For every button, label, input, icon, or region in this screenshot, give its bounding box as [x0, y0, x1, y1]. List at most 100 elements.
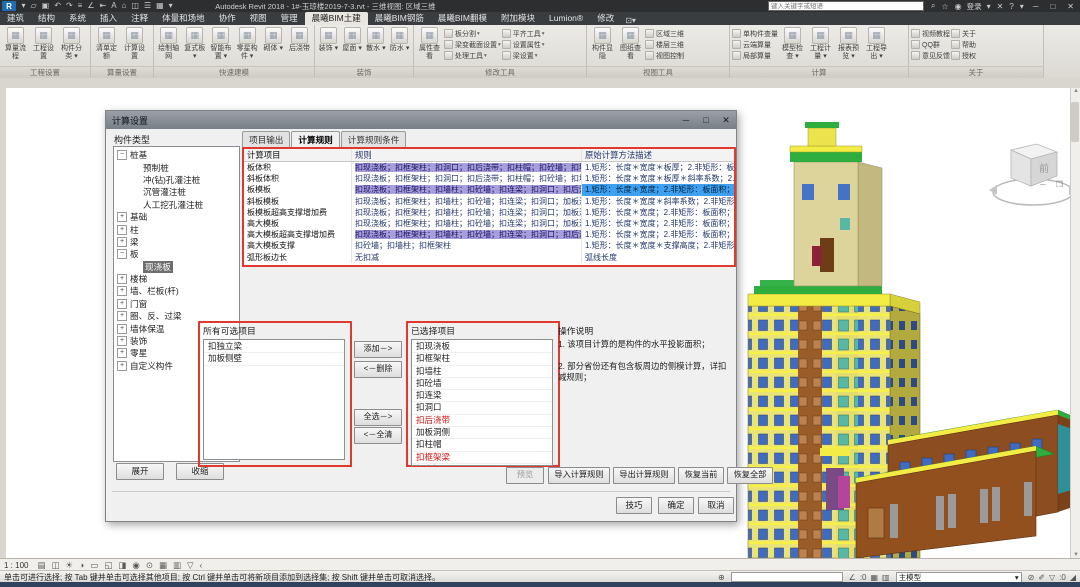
ribbon-tab-附加模块[interactable]: 附加模块	[494, 12, 542, 25]
scroll-up-icon[interactable]: ▲	[1073, 88, 1079, 94]
button-恢复全部[interactable]: 恢复全部	[727, 467, 773, 484]
thin-lines-icon[interactable]: ☰	[144, 1, 151, 10]
open-icon[interactable]: ▱	[31, 1, 37, 10]
rule-table[interactable]: 计算项目规则原始计算方法描述板体积扣现浇板；扣框架柱；扣洞口；扣后浇带；扣柱帽；…	[244, 149, 734, 265]
ribbon-item-梁设置[interactable]: 梁设置▾	[502, 50, 545, 61]
ribbon-tab-晨曦BIM翻模[interactable]: 晨曦BIM翻模	[431, 12, 494, 25]
table-row[interactable]: 板体积扣现浇板；扣框架柱；扣洞口；扣后浇带；扣柱帽；扣砼墙；扣墙柱1.矩形：长度…	[244, 162, 734, 173]
list-item[interactable]: 扣独立梁	[204, 341, 344, 353]
dialog-close-button[interactable]: ✕	[716, 115, 736, 126]
tree-toggle-icon[interactable]: +	[117, 237, 127, 247]
ribbon-item-平齐工具[interactable]: 平齐工具▾	[502, 28, 545, 39]
tree-item-基础[interactable]: +基础	[117, 211, 239, 223]
ribbon-item-楼层三维[interactable]: 楼层三维	[645, 39, 684, 50]
favorites-icon[interactable]: ☆	[941, 2, 948, 11]
ribbon-item-云端算量[interactable]: 云端算量	[732, 39, 778, 50]
ribbon-button-散水[interactable]: ▦散水 ▾	[365, 26, 388, 53]
tree-toggle-icon[interactable]: +	[117, 299, 127, 309]
ribbon-item-局部算量[interactable]: 局部算量	[732, 50, 778, 61]
sun-path-icon[interactable]: ☀	[66, 560, 74, 570]
grid-b-icon[interactable]: ▥	[882, 573, 890, 582]
ribbon-tab-协作[interactable]: 协作	[212, 12, 243, 25]
dialog-maximize-button[interactable]: □	[696, 115, 716, 125]
tree-item-沉管灌注桩[interactable]: 沉管灌注桩	[117, 186, 239, 198]
temporary-hide-isolate-icon[interactable]: ◨	[118, 560, 126, 570]
tree-toggle-icon[interactable]: +	[117, 324, 127, 334]
ribbon-item-关于[interactable]: 关于	[951, 28, 976, 39]
undo-icon[interactable]: ↶	[54, 1, 61, 10]
search-icon[interactable]: ⌕	[931, 1, 935, 11]
viewcube[interactable]: 前	[981, 132, 1080, 212]
dialog-tab-计算规则条件[interactable]: 计算规则条件	[341, 131, 407, 147]
exclude-options-icon[interactable]: ⊘	[1028, 573, 1035, 582]
ribbon-item-授权[interactable]: 授权	[951, 50, 976, 61]
list-item[interactable]: 扣砼墙	[412, 378, 552, 390]
table-row[interactable]: 板模板超高支撑增加费扣现浇板；扣框架柱；扣墙柱；扣砼墙；扣连梁；扣洞口；加板洞侧…	[244, 207, 734, 218]
ribbon-item-帮助[interactable]: 帮助	[951, 39, 976, 50]
button-取消[interactable]: 取消	[698, 497, 734, 514]
tree-toggle-icon[interactable]: +	[117, 212, 127, 222]
displacement-icon[interactable]: ▥	[173, 560, 181, 570]
ribbon-item-视图控制[interactable]: 视图控制	[645, 50, 684, 61]
ribbon-item-QQ群[interactable]: QQ群	[911, 39, 950, 50]
list-item[interactable]: 扣现浇板	[412, 341, 552, 353]
tree-toggle-icon[interactable]: +	[117, 336, 127, 346]
exchange-apps-icon[interactable]: ✕	[997, 2, 1004, 11]
button-导出计算规则[interactable]: 导出计算规则	[613, 467, 675, 484]
editing-requests-icon[interactable]: ∠	[849, 573, 856, 582]
expand-viewbar-icon[interactable]: ‹	[200, 560, 203, 570]
tree-toggle-icon[interactable]: +	[117, 348, 127, 358]
tree-item-楼梯[interactable]: +楼梯	[117, 273, 239, 285]
expand-button[interactable]: 展开	[116, 463, 164, 480]
ribbon-tab-晨曦BIM土建[interactable]: 晨曦BIM土建	[305, 12, 368, 25]
ribbon-button-防水[interactable]: ▦防水 ▾	[388, 26, 411, 53]
redo-icon[interactable]: ↷	[66, 1, 73, 10]
ribbon-tab-系统[interactable]: 系统	[62, 12, 93, 25]
ribbon-button-砌体[interactable]: ▦砌体 ▾	[261, 26, 286, 53]
ribbon-button-清单定额[interactable]: ▦清单定额	[93, 26, 120, 60]
reveal-hidden-icon[interactable]: ◉	[132, 560, 139, 570]
active-workset-input[interactable]	[731, 572, 843, 582]
selected-items-list[interactable]: 扣现浇板扣框架柱扣墙柱扣砼墙扣连梁扣洞口扣后浇带加板洞侧扣柱帽扣框架梁扣次梁	[411, 339, 553, 466]
ribbon-button-算量流程[interactable]: ▦算量流程	[2, 26, 29, 60]
ribbon-tab-管理[interactable]: 管理	[274, 12, 305, 25]
transfer-button-3[interactable]: <－全清	[354, 427, 402, 444]
window-minimize-button[interactable]: ─	[1033, 2, 1039, 11]
ribbon-item-单构件查量[interactable]: 单构件查量	[732, 28, 778, 39]
list-item[interactable]: 加板洞侧	[412, 427, 552, 439]
ribbon-button-构件分类[interactable]: ▦构件分类 ▾	[58, 26, 85, 60]
revit-logo-icon[interactable]: R	[2, 1, 16, 11]
available-items-list[interactable]: 扣独立梁加板侧壁	[203, 339, 345, 460]
button-导入计算规则[interactable]: 导入计算规则	[548, 467, 610, 484]
ribbon-button-智能布置[interactable]: ▦智能布置 ▾	[208, 26, 233, 60]
ribbon-item-意见反馈[interactable]: 意见反馈	[911, 50, 950, 61]
list-item[interactable]: 加板侧壁	[204, 353, 344, 365]
grid-a-icon[interactable]: ▦	[870, 573, 878, 582]
list-item[interactable]: 扣洞口	[412, 402, 552, 414]
ribbon-button-绘制轴网[interactable]: ▦绘制轴网	[156, 26, 181, 60]
ribbon-item-设置属性[interactable]: 设置属性▾	[502, 39, 545, 50]
button-恢复当前[interactable]: 恢复当前	[678, 467, 724, 484]
tree-item-预制桩[interactable]: 预制桩	[117, 161, 239, 173]
search-input[interactable]	[768, 1, 924, 11]
tree-item-板[interactable]: −板	[117, 248, 239, 260]
ribbon-button-报表预览[interactable]: ▦报表预览 ▾	[835, 26, 862, 60]
tree-toggle-icon[interactable]: +	[117, 311, 127, 321]
tree-item-桩基[interactable]: −桩基	[117, 149, 239, 161]
constraints-icon[interactable]: ▽	[187, 560, 194, 570]
ribbon-item-区域三维[interactable]: 区域三维	[645, 28, 684, 39]
window-maximize-button[interactable]: □	[1050, 2, 1055, 11]
tree-item-门窗[interactable]: +门窗	[117, 298, 239, 310]
list-item[interactable]: 扣框架柱	[412, 353, 552, 365]
tree-toggle-icon[interactable]: +	[117, 274, 127, 284]
save-icon[interactable]: ▣	[42, 1, 50, 10]
customize-qat-icon[interactable]: ▾	[169, 1, 173, 10]
ribbon-tab-体量和场地[interactable]: 体量和场地	[155, 12, 212, 25]
ribbon-button-属性查看[interactable]: ▦属性查看	[416, 26, 443, 60]
ribbon-button-装饰[interactable]: ▦装饰 ▾	[317, 26, 340, 53]
account-icon[interactable]: ◉	[955, 2, 962, 11]
ribbon-button-屋面[interactable]: ▦屋面 ▾	[341, 26, 364, 53]
press-drag-icon[interactable]: ✐	[1038, 573, 1045, 582]
table-row[interactable]: 弧形板边长无扣减弧线长度	[244, 252, 734, 263]
ribbon-display-toggle-icon[interactable]: ⊡▾	[625, 16, 636, 25]
